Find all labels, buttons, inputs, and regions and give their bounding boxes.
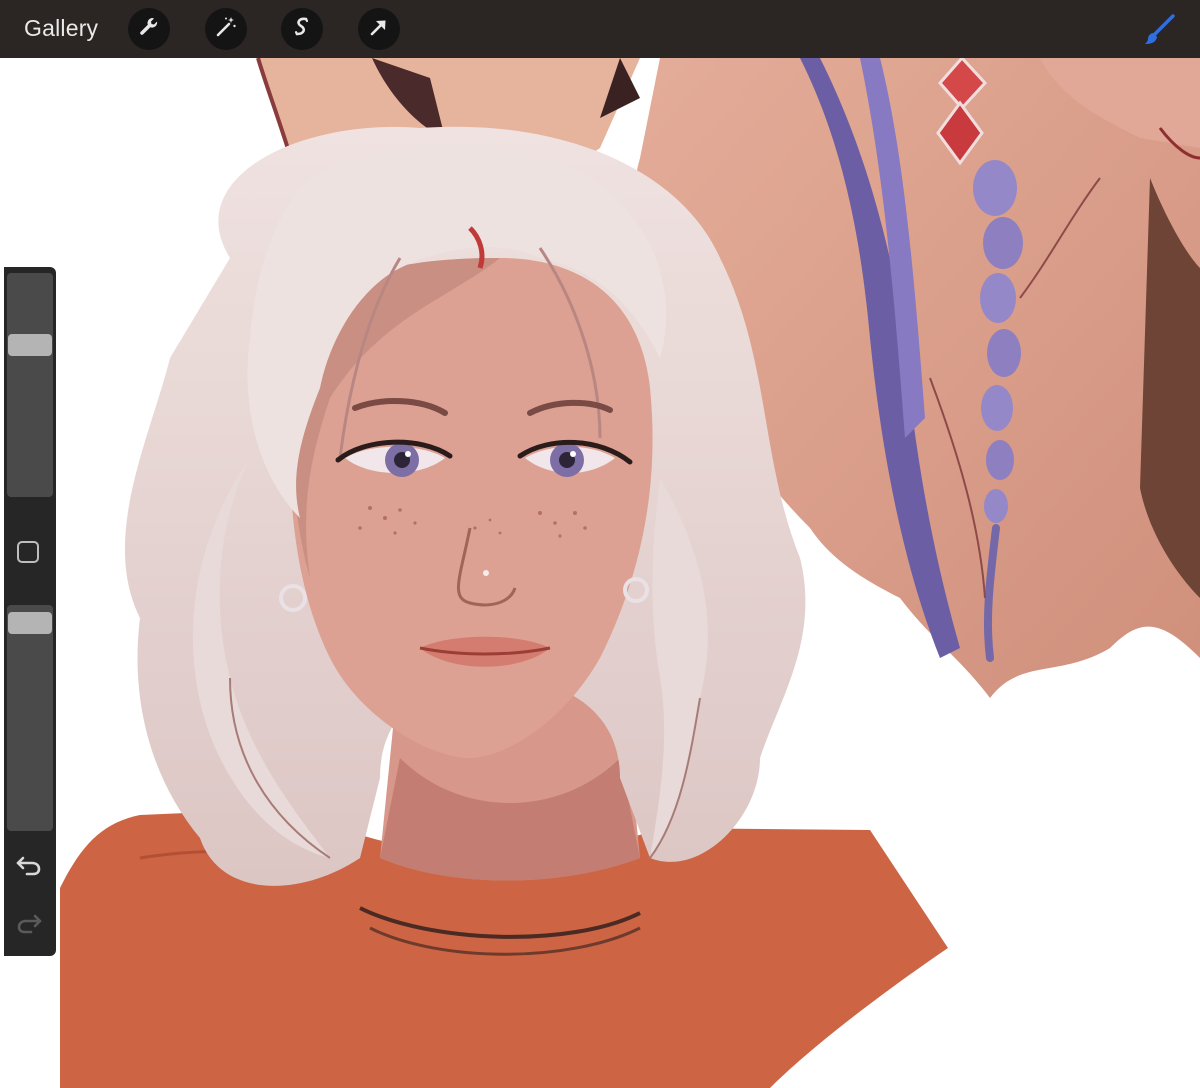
- brush-size-slider[interactable]: [7, 273, 53, 497]
- brush-size-thumb[interactable]: [8, 334, 52, 356]
- brush-opacity-thumb[interactable]: [8, 612, 52, 635]
- brush-opacity-slider[interactable]: [7, 605, 53, 831]
- adjustments-button[interactable]: [205, 8, 247, 50]
- brush-icon: [1141, 14, 1177, 52]
- undo-button[interactable]: [15, 852, 43, 878]
- redo-icon: [15, 914, 43, 940]
- drawing-canvas[interactable]: [0, 58, 1200, 1088]
- selection-button[interactable]: [281, 8, 323, 50]
- actions-button[interactable]: [128, 8, 170, 50]
- wrench-icon: [137, 15, 161, 44]
- selection-icon: [290, 15, 314, 44]
- transform-button[interactable]: [358, 8, 400, 50]
- move-arrow-icon: [367, 15, 391, 44]
- undo-icon: [15, 856, 43, 882]
- brush-sidebar: [4, 267, 56, 956]
- magic-wand-icon: [214, 15, 238, 44]
- redo-button[interactable]: [15, 910, 43, 936]
- top-toolbar: Gallery: [0, 0, 1200, 58]
- modify-button[interactable]: [17, 541, 39, 563]
- brush-tool-button[interactable]: [1141, 12, 1177, 48]
- gallery-button[interactable]: Gallery: [24, 15, 98, 42]
